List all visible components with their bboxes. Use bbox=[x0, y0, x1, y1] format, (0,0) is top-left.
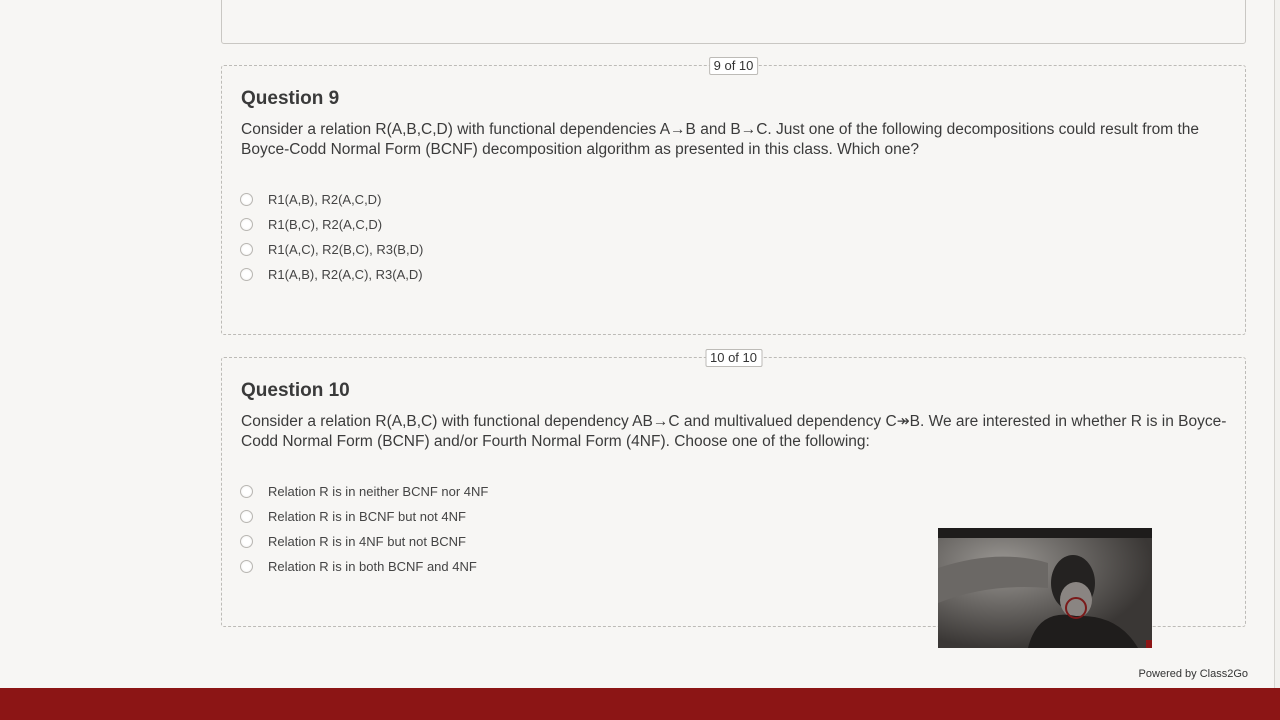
question-text: Consider a relation R(A,B,C,D) with func… bbox=[241, 121, 1200, 158]
radio-button[interactable] bbox=[240, 510, 253, 523]
question-counter: 10 of 10 bbox=[705, 349, 762, 367]
option-label[interactable]: R1(B,C), R2(A,C,D) bbox=[268, 217, 382, 232]
answer-option[interactable]: R1(A,C), R2(B,C), R3(B,D) bbox=[240, 237, 423, 262]
answer-option[interactable]: R1(A,B), R2(A,C,D) bbox=[240, 187, 423, 212]
answer-option[interactable]: R1(A,B), R2(A,C), R3(A,D) bbox=[240, 262, 423, 287]
powered-by-credit: Powered by Class2Go bbox=[1138, 668, 1248, 680]
radio-button[interactable] bbox=[240, 560, 253, 573]
option-label[interactable]: R1(A,C), R2(B,C), R3(B,D) bbox=[268, 242, 423, 257]
radio-button[interactable] bbox=[240, 243, 253, 256]
option-label[interactable]: Relation R is in 4NF but not BCNF bbox=[268, 534, 466, 549]
question-card-9: 9 of 10 Question 9 Consider a relation R… bbox=[221, 57, 1246, 335]
radio-button[interactable] bbox=[240, 535, 253, 548]
option-label[interactable]: R1(A,B), R2(A,C), R3(A,D) bbox=[268, 267, 423, 282]
option-label[interactable]: Relation R is in both BCNF and 4NF bbox=[268, 559, 477, 574]
answer-option[interactable]: Relation R is in 4NF but not BCNF bbox=[240, 529, 488, 554]
option-label[interactable]: Relation R is in BCNF but not 4NF bbox=[268, 509, 466, 524]
question-counter: 9 of 10 bbox=[708, 57, 759, 75]
webcam-video-overlay bbox=[938, 528, 1152, 648]
question-title: Question 9 bbox=[241, 88, 340, 109]
answer-options: Relation R is in neither BCNF nor 4NF Re… bbox=[240, 479, 488, 579]
answer-option[interactable]: Relation R is in both BCNF and 4NF bbox=[240, 554, 488, 579]
radio-button[interactable] bbox=[240, 485, 253, 498]
option-label[interactable]: Relation R is in neither BCNF nor 4NF bbox=[268, 484, 488, 499]
question-text: Consider a relation R(A,B,C) with functi… bbox=[241, 413, 1227, 450]
radio-button[interactable] bbox=[240, 193, 253, 206]
question-title: Question 10 bbox=[241, 380, 350, 401]
webcam-frame-image bbox=[938, 528, 1152, 648]
radio-button[interactable] bbox=[240, 268, 253, 281]
radio-button[interactable] bbox=[240, 218, 253, 231]
footer-bar bbox=[0, 688, 1280, 720]
option-label[interactable]: R1(A,B), R2(A,C,D) bbox=[268, 192, 381, 207]
answer-option[interactable]: Relation R is in neither BCNF nor 4NF bbox=[240, 479, 488, 504]
scrollbar-track[interactable] bbox=[1274, 0, 1280, 688]
answer-option[interactable]: R1(B,C), R2(A,C,D) bbox=[240, 212, 423, 237]
answer-options: R1(A,B), R2(A,C,D) R1(B,C), R2(A,C,D) R1… bbox=[240, 187, 423, 287]
answer-option[interactable]: Relation R is in BCNF but not 4NF bbox=[240, 504, 488, 529]
previous-question-card bbox=[221, 0, 1246, 44]
